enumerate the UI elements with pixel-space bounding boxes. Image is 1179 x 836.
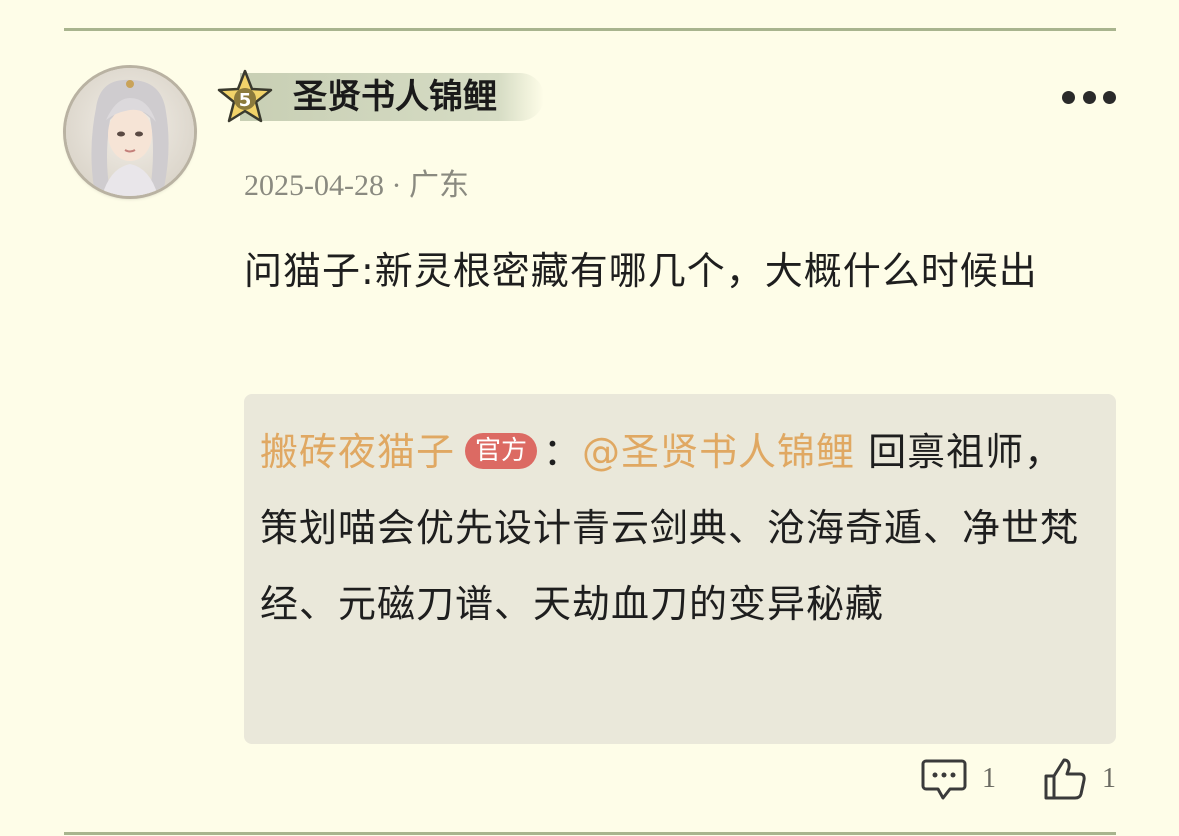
reply-count: 1: [982, 763, 996, 794]
username[interactable]: 圣贤书人锦鲤: [293, 74, 497, 120]
avatar-image: [66, 68, 194, 196]
level-star-icon: 5: [217, 69, 273, 123]
comment-bubble-icon: [921, 759, 967, 800]
meta-separator: ·: [383, 169, 409, 202]
more-dots-icon: [1082, 90, 1096, 104]
official-reply[interactable]: 搬砖夜猫子 官方 ：@圣贤书人锦鲤 回禀祖师，策划喵会优先设计青云剑典、沧海奇遁、净…: [244, 394, 1116, 744]
reply-colon: ：: [543, 430, 583, 474]
avatar[interactable]: [66, 68, 194, 196]
reply-author[interactable]: 搬砖夜猫子: [260, 430, 455, 474]
comment-card: 5 圣贤书人锦鲤 2025-04-28 · 广东 问猫子:新灵根密藏有哪几个，大…: [0, 0, 1179, 836]
reply-content: 搬砖夜猫子 官方 ：@圣贤书人锦鲤 回禀祖师，策划喵会优先设计青云剑典、沧海奇遁、净…: [260, 414, 1090, 642]
bottom-divider: [64, 832, 1116, 835]
more-options-button[interactable]: [1062, 84, 1116, 110]
reply-button[interactable]: 1: [920, 756, 996, 802]
post-meta: 2025-04-28 · 广东: [244, 160, 469, 204]
like-count: 1: [1102, 763, 1116, 794]
more-dots-icon: [1062, 90, 1075, 104]
official-badge: 官方: [465, 433, 538, 469]
top-divider: [64, 28, 1116, 31]
post-date: 2025-04-28: [244, 169, 384, 202]
thumbs-up-icon: [1044, 758, 1086, 800]
reply-mention[interactable]: @圣贤书人锦鲤: [582, 430, 855, 474]
comment-text: 问猫子:新灵根密藏有哪几个，大概什么时候出: [244, 249, 1038, 293]
level-number: 5: [239, 90, 252, 111]
post-location: 广东: [408, 169, 469, 202]
more-dots-icon: [1103, 90, 1116, 104]
like-button[interactable]: 1: [1042, 756, 1116, 802]
